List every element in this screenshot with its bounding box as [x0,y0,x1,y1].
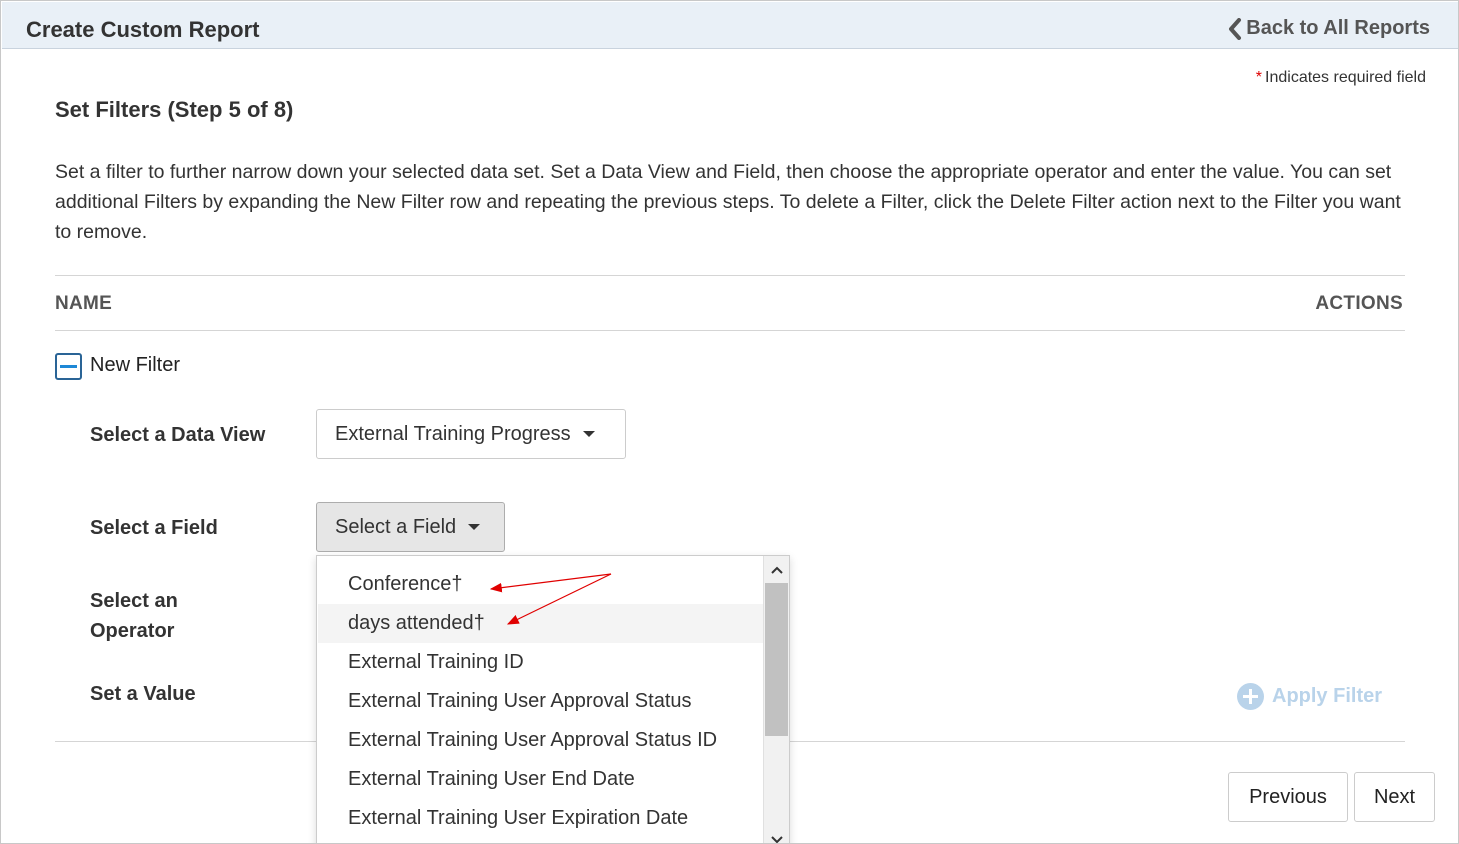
field-option-approval-status[interactable]: External Training User Approval Status [318,682,764,721]
apply-filter-button[interactable]: Apply Filter [1237,683,1382,710]
field-label: Select a Field [90,517,218,539]
required-note-text: Indicates required field [1265,69,1426,86]
field-dropdown-menu: Conference† days attended† External Trai… [316,555,790,843]
scroll-up-icon[interactable] [764,558,789,582]
column-header-name: NAME [55,293,113,314]
minus-square-icon[interactable] [55,353,82,380]
required-star: * [1255,69,1263,86]
field-option-approval-status-id[interactable]: External Training User Approval Status I… [318,721,764,760]
field-dropdown[interactable]: Select a Field [316,502,505,552]
page-title: Create Custom Report [26,17,260,42]
page-header: Create Custom Report Back to All Reports [2,2,1458,49]
previous-button[interactable]: Previous [1228,772,1348,822]
column-header-actions: ACTIONS [1315,293,1403,314]
data-view-dropdown[interactable]: External Training Progress [316,409,626,459]
field-dropdown-value: Select a Field [335,515,457,538]
report-builder-window: Create Custom Report Back to All Reports… [0,0,1459,844]
new-filter-label: New Filter [90,354,181,376]
menu-scrollbar[interactable] [763,556,789,843]
apply-filter-label: Apply Filter [1272,685,1383,707]
scroll-thumb[interactable] [765,583,788,736]
field-option-days-attended[interactable]: days attended† [318,604,764,643]
plus-circle-icon [1237,683,1264,710]
table-top-divider [55,275,1405,276]
field-option-end-date[interactable]: External Training User End Date [318,760,764,799]
chevron-left-icon [1229,17,1242,40]
step-title: Set Filters (Step 5 of 8) [55,97,294,122]
caret-down-icon [468,524,481,530]
scroll-down-icon[interactable] [764,828,789,843]
back-to-all-reports-link[interactable]: Back to All Reports [1228,17,1430,40]
data-view-label: Select a Data View [90,424,266,446]
step-description: Set a filter to further narrow down your… [55,161,1401,243]
field-option-external-training-id[interactable]: External Training ID [318,643,764,682]
operator-label: Select an Operator [90,590,178,642]
table-header-divider [55,330,1405,331]
field-option-conference[interactable]: Conference† [318,565,764,604]
next-button[interactable]: Next [1354,772,1435,822]
field-option-expiration-date[interactable]: External Training User Expiration Date [318,799,764,838]
value-label: Set a Value [90,683,196,705]
data-view-value: External Training Progress [335,422,571,445]
caret-down-icon [582,431,595,437]
required-field-note: * Indicates required field [1256,69,1426,87]
back-link-label: Back to All Reports [1246,17,1430,39]
